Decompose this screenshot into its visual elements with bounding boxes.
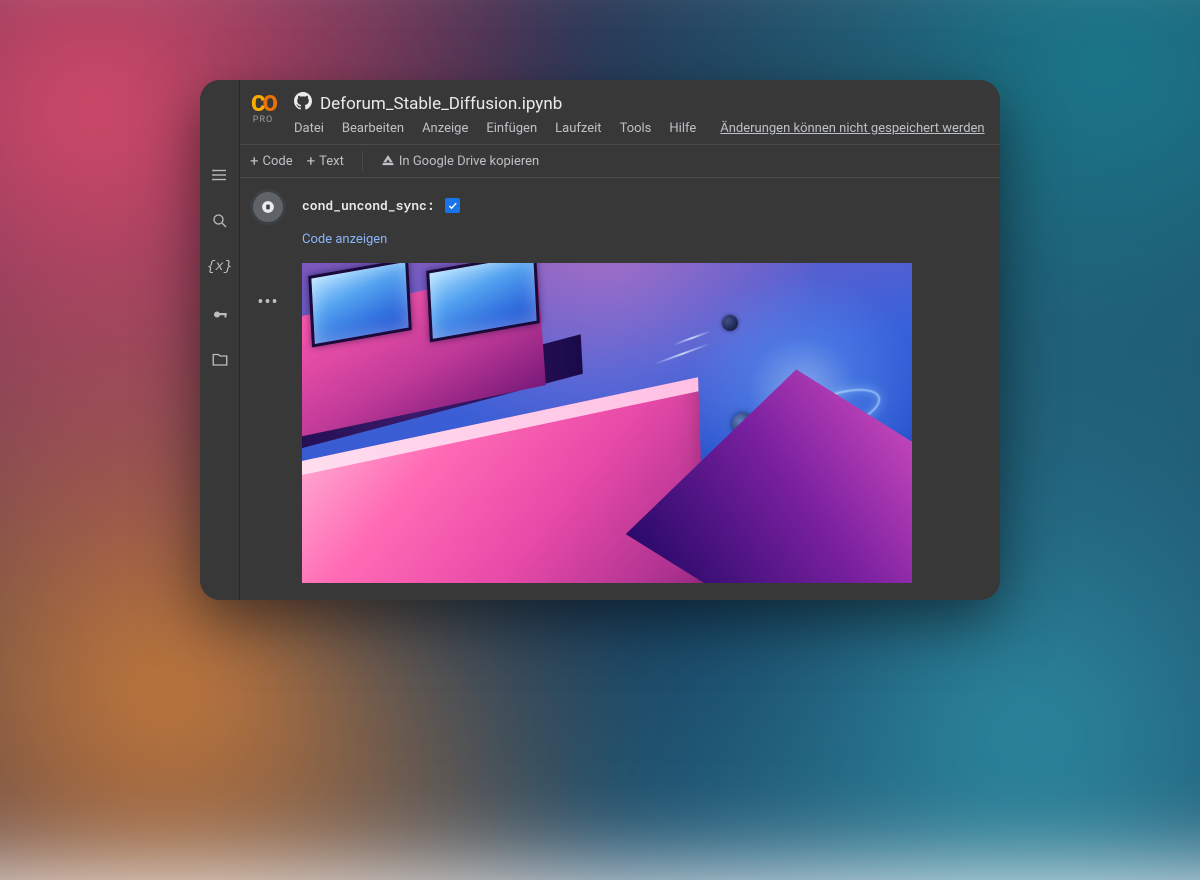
- pro-badge: PRO: [253, 115, 273, 125]
- copy-to-drive-label: In Google Drive kopieren: [399, 154, 539, 169]
- show-code-link[interactable]: Code anzeigen: [302, 232, 387, 263]
- toolbar-separator: [362, 151, 363, 171]
- plus-icon: +: [250, 154, 259, 169]
- left-rail: {x}: [200, 80, 240, 600]
- copy-to-drive-button[interactable]: In Google Drive kopieren: [381, 154, 539, 169]
- param-checkbox[interactable]: [445, 198, 460, 213]
- menu-insert[interactable]: Einfügen: [486, 121, 537, 136]
- menu-view[interactable]: Anzeige: [422, 121, 468, 136]
- menu-edit[interactable]: Bearbeiten: [342, 121, 404, 136]
- secrets-key-icon[interactable]: [210, 303, 230, 323]
- check-icon: [447, 200, 458, 211]
- drive-icon: [381, 154, 395, 168]
- add-code-label: Code: [263, 154, 293, 169]
- form-param-row: cond_uncond_sync:: [302, 190, 984, 228]
- menu-file[interactable]: Datei: [294, 121, 324, 136]
- notebook-content: ••• cond_uncond_sync: Code anzeigen: [240, 178, 1000, 600]
- cell-output-image: [302, 263, 912, 583]
- variables-icon[interactable]: {x}: [210, 257, 230, 277]
- cell: ••• cond_uncond_sync: Code anzeigen: [248, 190, 984, 583]
- colab-window: {x} CO PRO Deforum_Stable_Diffusion.ipyn…: [200, 80, 1000, 600]
- main-area: CO PRO Deforum_Stable_Diffusion.ipynb Da…: [240, 80, 1000, 600]
- cell-body: cond_uncond_sync: Code anzeigen: [302, 190, 984, 583]
- plus-icon: +: [307, 154, 316, 169]
- menu-help[interactable]: Hilfe: [669, 121, 696, 136]
- menu-tools[interactable]: Tools: [620, 121, 652, 136]
- cell-gutter: •••: [248, 190, 288, 583]
- save-warning[interactable]: Änderungen können nicht gespeichert werd…: [720, 121, 984, 136]
- add-code-button[interactable]: + Code: [250, 154, 293, 169]
- search-icon[interactable]: [210, 211, 230, 231]
- param-label: cond_uncond_sync:: [302, 196, 435, 214]
- menubar: Datei Bearbeiten Anzeige Einfügen Laufze…: [292, 119, 986, 144]
- header: CO PRO Deforum_Stable_Diffusion.ipynb Da…: [240, 80, 1000, 144]
- run-cell-button[interactable]: [253, 192, 283, 222]
- add-text-button[interactable]: + Text: [307, 154, 344, 169]
- colab-logo[interactable]: CO PRO: [244, 90, 282, 125]
- github-icon: [294, 92, 312, 115]
- toolbar: + Code + Text In Google Drive kopieren: [240, 144, 1000, 178]
- menu-runtime[interactable]: Laufzeit: [555, 121, 601, 136]
- toc-icon[interactable]: [210, 165, 230, 185]
- add-text-label: Text: [319, 154, 344, 169]
- cell-more-icon[interactable]: •••: [257, 292, 278, 313]
- files-icon[interactable]: [210, 349, 230, 369]
- notebook-title[interactable]: Deforum_Stable_Diffusion.ipynb: [320, 94, 562, 114]
